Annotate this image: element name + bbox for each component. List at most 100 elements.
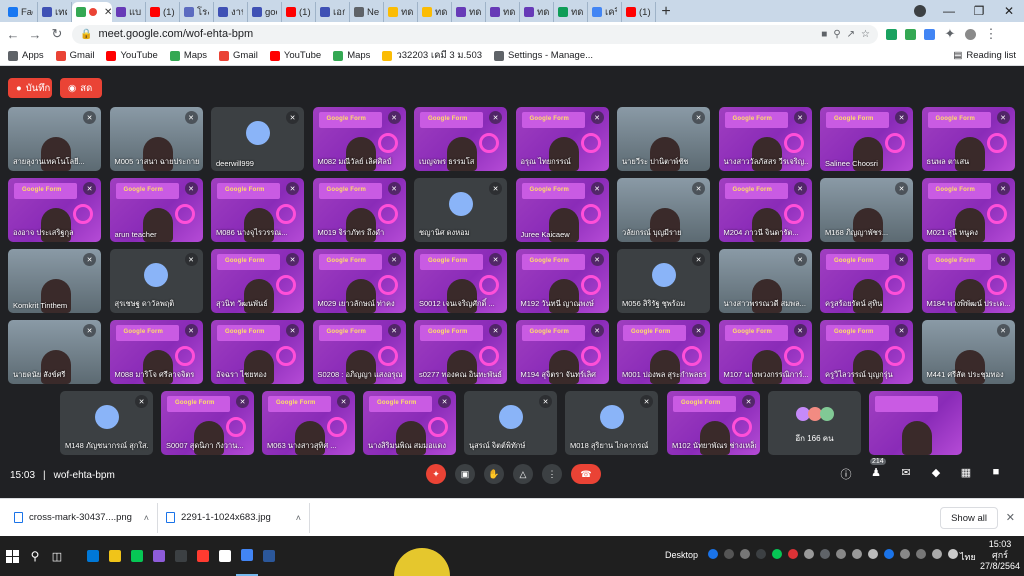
chat-button[interactable]: ✉ [898,466,914,482]
mic-toggle-button[interactable]: ✦ [426,464,446,484]
tray-icon[interactable] [868,549,878,559]
close-shelf-icon[interactable]: ✕ [1006,511,1015,524]
tray-icon[interactable] [708,549,718,559]
chevron-up-icon[interactable]: ˄ [144,513,149,523]
participant-tile[interactable]: ✕ deerwill999 [211,107,304,171]
self-view-tile[interactable] [869,391,962,455]
browser-tab[interactable]: แบบท [112,2,146,22]
tray-icon[interactable] [916,549,926,559]
participant-tile[interactable]: Google Form ✕ องอาจ ประเสริฐกุล [8,178,101,242]
participant-tile[interactable]: Google Form ✕ สุวนิท วัฒนพันธ์ [211,249,304,313]
participant-tile[interactable]: Google Form ✕ S0208 : อภิญญา แสงอรุณ [312,320,406,384]
taskbar-app-icon[interactable] [126,536,148,576]
extensions-puzzle-icon[interactable]: ✦ [943,26,957,42]
show-all-button[interactable]: Show all [940,507,998,529]
participant-tile[interactable]: Google Form ✕ ครูวิไลวรรณ์ บุญกรุ่น [820,320,913,384]
back-icon[interactable]: ← [6,27,20,42]
download-item[interactable]: cross-mark-30437....png ˄ [6,502,158,533]
activities-button[interactable]: ◆ [928,466,944,482]
participant-tile[interactable]: Google Form ✕ S0007 สุดนิภา กังวาน... [161,391,254,455]
extension-icon[interactable] [905,28,916,40]
participant-tile[interactable]: ✕ Komkrit Tinthem [8,249,101,313]
chevron-up-icon[interactable]: ˄ [296,513,301,523]
close-window-icon[interactable]: ✕ [994,0,1024,22]
participant-tile[interactable]: Google Form ✕ อรุณ ไทยกรรณ์ [515,107,609,171]
bookmark-item[interactable]: Maps [169,50,207,61]
browser-tab[interactable]: (1) อ [282,2,316,22]
bookmark-item[interactable]: YouTube [106,50,158,61]
address-bar[interactable]: 🔒 meet.google.com/wof-ehta-bpm ■ ⚲ ↗ ☆ [72,24,878,44]
download-item[interactable]: 2291-1-1024x683.jpg ˄ [158,502,310,533]
browser-tab[interactable]: (1) ส [622,2,656,22]
tray-icon[interactable] [884,549,894,559]
tray-icon[interactable] [740,549,750,559]
participant-tile[interactable]: Google Form ✕ M102 นัทยาพัณร ช่างเหล็ก [667,391,760,455]
participant-tile[interactable]: Google Form ✕ M088 มาริโจ ศรีลาจจิตร [109,320,203,384]
participant-tile[interactable]: Google Form ✕ M001 ปองพล สุระกำพลธร [617,320,710,384]
browser-tab[interactable]: งานค [214,2,248,22]
browser-tab[interactable]: ทดสะ [452,2,486,22]
participant-tile[interactable]: ✕ ชญานิศ ดงหอม [414,178,507,242]
participant-tile[interactable]: ✕ M441 ศรีสัต ประชุมทอง [921,320,1015,384]
tray-icon[interactable] [788,549,798,559]
taskbar-app-icon[interactable] [170,536,192,576]
browser-tab[interactable]: ทดสะ [554,2,588,22]
extension-icon[interactable] [924,28,935,40]
reload-icon[interactable]: ↻ [50,26,64,42]
taskbar-app-icon[interactable] [258,536,280,576]
participant-tile[interactable]: Google Form ✕ นางสิริมนพิณ สมมอแดง [363,391,456,455]
tray-icon[interactable] [772,549,782,559]
lock-icon[interactable]: 🔒 [80,29,92,40]
browser-tab[interactable]: ทดสะ [384,2,418,22]
browser-tab[interactable]: เทคนิ [38,2,72,22]
participant-tile[interactable]: Google Form ✕ arun teacher [109,178,203,242]
participant-tile[interactable]: Google Form ✕ M204 ภาวนี จินดารัต... [718,178,812,242]
tab-close-icon[interactable]: ✕ [104,7,112,18]
tray-icon[interactable] [852,549,862,559]
participant-tile[interactable]: ✕ นางสาวพรรณวดี สมพล... [718,249,812,313]
bookmark-item[interactable]: Gmail [219,50,258,61]
participant-tile[interactable]: Google Form ✕ Salinee Choosri [820,107,913,171]
participant-tile[interactable]: Google Form ✕ M192 วันทนี ญาณพงษ์ [515,249,609,313]
bookmark-item[interactable]: Maps [333,50,370,61]
bookmark-item[interactable]: YouTube [269,50,321,61]
participant-tile[interactable]: ✕ M005 วาสนา ฉายประกาย... [109,107,203,171]
more-participants-tile[interactable]: อีก 166 คน [768,391,861,455]
people-button[interactable]: 214 ♟ [868,458,886,482]
tray-icon[interactable] [724,549,734,559]
meeting-details-button[interactable]: ⓘ [838,466,854,482]
participant-tile[interactable]: Google Form ✕ S0012 เจนเจริญศักดิ์ ... [414,249,507,313]
participant-tile[interactable]: Google Form ✕ M063 นางสาวสุทิศ ... [262,391,355,455]
participant-tile[interactable]: Google Form ✕ ครูสร้อยรัตน์ สุทิน [820,249,913,313]
participant-tile[interactable]: ✕ สายลุงานเทคโนโลยี... [8,107,101,171]
tray-icon[interactable] [804,549,814,559]
desktop-toolbar-label[interactable]: Desktop [665,550,698,560]
taskbar-app-icon[interactable] [192,536,214,576]
forward-icon[interactable]: → [28,27,42,42]
browser-tab[interactable]: (1) อ [146,2,180,22]
menu-icon[interactable]: ⋮ [984,26,998,42]
participant-tile[interactable]: ✕ M056 สิริรัฐ ชุพร้อม [617,249,710,313]
browser-tab[interactable]: เครื่อ [588,2,622,22]
participant-tile[interactable]: Google Form ✕ Juree Kaicaew [515,178,609,242]
taskbar-app-icon[interactable] [82,536,104,576]
browser-tab[interactable]: ทดสะ [486,2,520,22]
participant-tile[interactable]: Google Form ✕ M082 มณีวัลย์ เลิศศิลป์ [312,107,406,171]
bookmark-star-icon[interactable]: ☆ [861,29,870,40]
taskbar-app-icon[interactable] [104,536,126,576]
new-tab-button[interactable]: + [656,2,676,22]
participant-tile[interactable]: Google Form ✕ M021 สุนี หนูคง [921,178,1015,242]
participant-tile[interactable]: Google Form ✕ M086 นางจุไรวรรณ... [211,178,304,242]
taskbar-app-icon[interactable] [148,536,170,576]
host-controls-button[interactable]: ■ [988,466,1004,482]
tray-icon[interactable] [948,549,958,559]
participant-tile[interactable]: Google Form ✕ M184 พวงพิพัฒน์ ประเด... [921,249,1015,313]
tray-icon[interactable] [932,549,942,559]
taskbar-clock[interactable]: 15:03 ศุกร์ 27/8/2564 [980,539,1020,572]
search-icon[interactable]: ⚲ [24,536,46,576]
more-options-button[interactable]: ⋮ [542,464,562,484]
participant-tile[interactable]: ✕ นายวีระ ปานิตาพ์ชัช [617,107,710,171]
tray-icon[interactable] [756,549,766,559]
start-button[interactable] [0,536,24,576]
reading-list-button[interactable]: ▤ Reading list [953,50,1016,61]
